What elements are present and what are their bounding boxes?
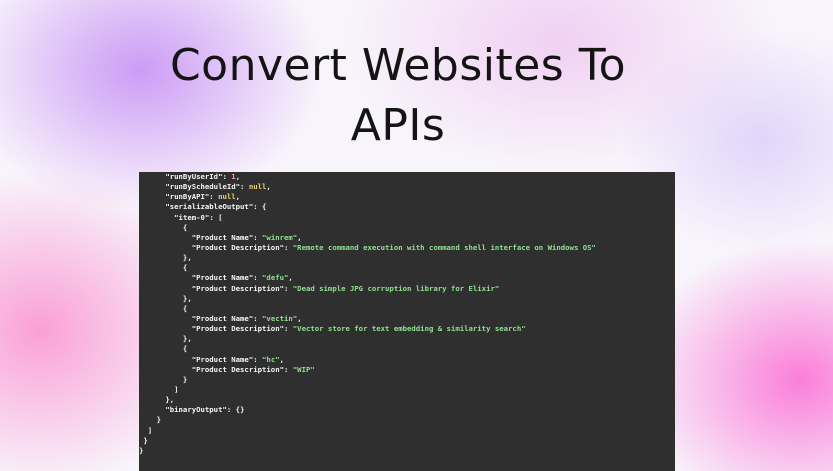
code-line: { xyxy=(139,303,188,313)
json-empty-object: {} xyxy=(235,405,245,415)
title-line-2: APIs xyxy=(350,100,446,151)
code-line: "item-0": [ xyxy=(174,212,223,222)
code-line: "Product Name": "defu", xyxy=(191,273,293,283)
json-null: null xyxy=(218,192,236,202)
json-key: "binaryOutput" xyxy=(165,405,227,415)
code-line: }, xyxy=(139,253,192,263)
json-key: "item-0" xyxy=(174,212,210,222)
code-line: "Product Description": "Vector store for… xyxy=(191,324,526,334)
json-string: "WIP" xyxy=(292,364,315,374)
json-string: "vectin" xyxy=(262,313,298,323)
json-output-panel: "runByUserId": 1, "runByScheduleId": nul… xyxy=(139,172,675,471)
json-code-block: "runByUserId": 1, "runByScheduleId": nul… xyxy=(139,172,675,456)
code-line: } xyxy=(139,415,161,425)
json-string: "hc" xyxy=(262,354,280,364)
title-line-1: Convert Websites To xyxy=(169,40,627,91)
json-key: "runByUserId" xyxy=(165,172,223,181)
code-line: ] xyxy=(139,425,153,435)
code-line: "Product Name": "winrem", xyxy=(191,232,302,242)
json-string: "Vector store for text embedding & simil… xyxy=(292,324,526,334)
code-line: "runByScheduleId": null, xyxy=(165,182,271,192)
json-string: "defu" xyxy=(262,273,289,283)
json-key: "Product Description" xyxy=(191,283,284,293)
json-key: "Product Description" xyxy=(191,364,284,374)
code-line: "binaryOutput": {} xyxy=(165,405,245,415)
json-key: "runByScheduleId" xyxy=(165,182,241,192)
code-line: { xyxy=(139,344,188,354)
code-line: }, xyxy=(139,293,192,303)
json-key: "Product Name" xyxy=(191,273,254,283)
code-line: } xyxy=(139,435,148,445)
code-line: }, xyxy=(139,334,192,344)
code-line: "runByAPI": null, xyxy=(165,192,241,202)
code-line: "Product Description": "Dead simple JPG … xyxy=(191,283,500,293)
json-key: "serializableOutput" xyxy=(165,202,254,212)
code-line: "runByUserId": 1, xyxy=(165,172,241,181)
json-string: "Remote command execution with command s… xyxy=(292,242,596,252)
json-key: "Product Description" xyxy=(191,242,284,252)
json-key: "Product Name" xyxy=(191,232,254,242)
json-string: "winrem" xyxy=(262,232,298,242)
json-key: "runByAPI" xyxy=(165,192,210,202)
json-null: null xyxy=(248,182,267,192)
json-key: "Product Name" xyxy=(191,313,254,323)
code-line: "Product Name": "hc", xyxy=(191,354,285,364)
code-line: } xyxy=(139,445,144,455)
json-key: "Product Name" xyxy=(191,354,254,364)
code-line: { xyxy=(139,263,188,273)
code-line: ] xyxy=(139,384,179,394)
code-line: "Product Description": "Remote command e… xyxy=(191,242,596,252)
code-line: "Product Description": "WIP" xyxy=(191,364,315,374)
code-line: "serializableOutput": { xyxy=(165,202,267,212)
code-line: { xyxy=(139,222,188,232)
code-line: }, xyxy=(139,395,175,405)
code-line: "Product Name": "vectin", xyxy=(191,313,302,323)
page-title: Convert Websites To APIs xyxy=(0,36,796,156)
json-string: "Dead simple JPG corruption library for … xyxy=(292,283,500,293)
code-line: } xyxy=(139,374,188,384)
json-key: "Product Description" xyxy=(191,324,284,334)
